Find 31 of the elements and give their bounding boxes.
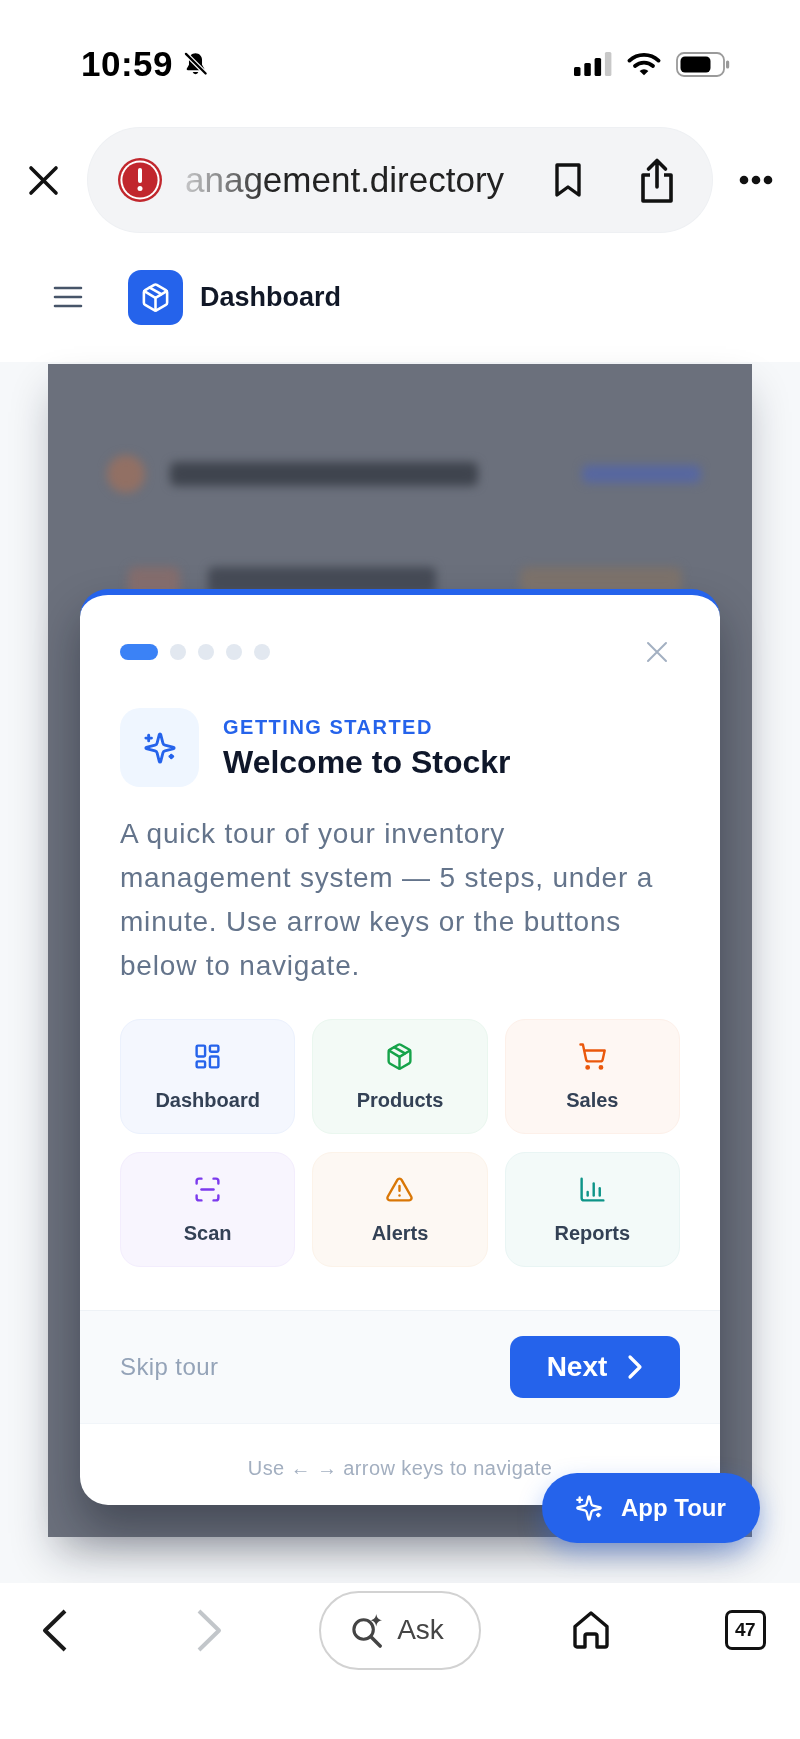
- address-bar[interactable]: anagement.directory: [88, 128, 712, 232]
- signal-icon: [574, 52, 612, 76]
- next-button[interactable]: Next: [510, 1336, 680, 1398]
- back-icon[interactable]: [41, 1607, 69, 1653]
- clock-time: 10:59: [81, 44, 174, 84]
- box-logo-icon: [128, 269, 183, 325]
- feature-label: Scan: [183, 1221, 232, 1245]
- feature-label: Dashboard: [155, 1088, 260, 1112]
- battery-icon: [676, 51, 730, 77]
- sparkles-icon: [575, 1494, 603, 1522]
- feature-label: Products: [356, 1088, 444, 1112]
- sparkles-icon: [120, 708, 199, 787]
- url-text: anagement.directory: [185, 159, 506, 201]
- share-icon[interactable]: [638, 156, 676, 204]
- more-icon[interactable]: [739, 175, 773, 185]
- bookmark-icon[interactable]: [552, 162, 584, 198]
- home-icon[interactable]: [572, 1610, 610, 1650]
- feature-label: Reports: [554, 1221, 631, 1245]
- eyebrow-text: GETTING STARTED: [223, 714, 433, 739]
- chevron-right-icon: [627, 1354, 644, 1380]
- menu-icon[interactable]: [53, 285, 83, 309]
- close-icon[interactable]: [27, 163, 60, 197]
- page-title: Dashboard: [200, 281, 342, 313]
- ask-button[interactable]: Ask: [319, 1590, 481, 1670]
- dialog-title: Welcome to Stockr: [223, 742, 511, 781]
- tabs-button[interactable]: 47: [724, 1610, 766, 1650]
- wifi-icon: [627, 52, 661, 76]
- feature-label: Alerts: [371, 1221, 429, 1245]
- feature-label: Sales: [566, 1088, 619, 1112]
- warning-icon[interactable]: [117, 157, 163, 203]
- tour-description: A quick tour of your inventory management system — 5 steps, under a minute. Use arrow keys or the buttons below to navigate.: [120, 817, 655, 983]
